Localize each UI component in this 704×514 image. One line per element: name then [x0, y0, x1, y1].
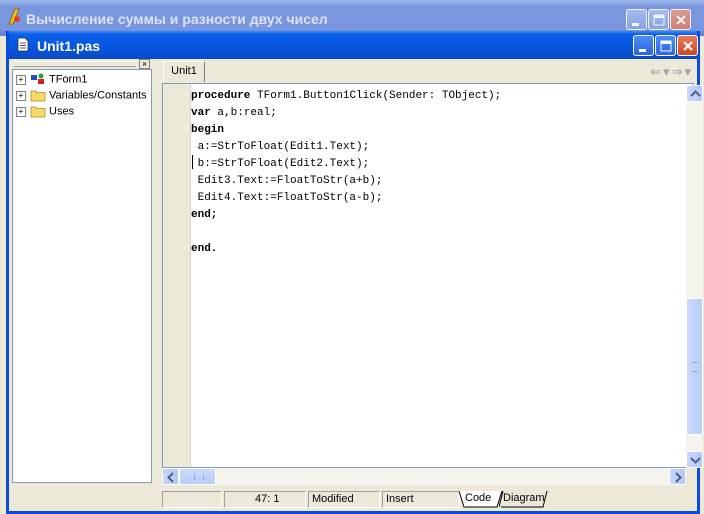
scroll-left-button[interactable] [162, 468, 179, 485]
tab-code-label: Code [465, 492, 492, 504]
code-keyword: var [191, 107, 211, 119]
code-explorer-close-button[interactable]: × [139, 59, 150, 69]
tree-item-uses[interactable]: + Uses [16, 105, 74, 121]
code-text[interactable]: procedure TForm1.Button1Click(Sender: TO… [191, 88, 671, 258]
tree-item-tform1[interactable]: + TForm1 [16, 73, 88, 89]
minimize-icon [639, 49, 646, 52]
chevron-down-icon[interactable]: ▾ [684, 64, 693, 79]
code-line[interactable]: a:=StrToFloat(Edit1.Text); [191, 139, 671, 156]
code-keyword: begin [191, 124, 225, 136]
tree-item-label: TForm1 [49, 73, 88, 86]
close-icon [676, 15, 686, 25]
editor-tab-strip: Unit1 ⇐▾⇒▾ [162, 60, 697, 82]
text-caret [192, 155, 193, 169]
code-explorer-tree[interactable]: + TForm1 + Variables/Constants + Uses [12, 69, 152, 483]
chevron-left-icon [167, 472, 174, 483]
tree-item-label: Uses [49, 105, 75, 118]
code-line[interactable]: b:=StrToFloat(Edit2.Text); [191, 156, 671, 173]
code-line[interactable]: begin [191, 122, 671, 139]
code-text-run: TForm1.Button1Click(Sender: TObject); [250, 90, 502, 102]
horizontal-scrollbar[interactable] [162, 468, 686, 485]
forward-arrow-icon[interactable]: ⇒ [672, 64, 685, 79]
vertical-scroll-thumb[interactable] [686, 298, 703, 435]
code-line[interactable] [191, 224, 671, 241]
tree-item-label: Variables/Constants [49, 89, 147, 102]
minimize-icon [632, 23, 639, 26]
code-keyword: procedure [191, 90, 251, 102]
code-text-run: a,b:real; [210, 107, 277, 119]
navigation-arrows: ⇐▾⇒▾ [650, 64, 693, 80]
folder-icon [30, 106, 46, 118]
vertical-scrollbar[interactable] [686, 85, 703, 468]
back-arrow-icon[interactable]: ⇐ [650, 64, 663, 79]
code-line[interactable]: procedure TForm1.Button1Click(Sender: TO… [191, 88, 671, 105]
document-icon [17, 37, 29, 52]
code-text-run: b:=StrToFloat(Edit2.Text); [191, 158, 370, 170]
tree-item-variables-constants[interactable]: + Variables/Constants [16, 89, 147, 105]
scroll-up-button[interactable] [686, 85, 703, 102]
thumb-grip [194, 474, 204, 480]
folder-icon [30, 90, 46, 102]
code-explorer-grip[interactable]: × [12, 59, 152, 69]
status-panel-empty [162, 491, 222, 508]
delphi-app-icon [8, 8, 20, 25]
code-line[interactable]: Edit3.Text:=FloatToStr(a+b); [191, 173, 671, 190]
editor-minimize-button[interactable] [633, 35, 654, 56]
tab-diagram-label: Diagram [503, 492, 545, 504]
editor-window-title-bar[interactable]: Unit1.pas [9, 31, 698, 59]
scroll-down-button[interactable] [686, 451, 703, 468]
code-text-run: a:=StrToFloat(Edit1.Text); [191, 141, 370, 153]
scroll-right-button[interactable] [669, 468, 686, 485]
chevron-up-icon [690, 90, 701, 97]
status-bar: 47: 1 Modified Insert Code Diagram [159, 489, 697, 511]
grip-lines [14, 61, 136, 67]
thumb-grip [692, 362, 698, 372]
expand-icon[interactable]: + [16, 106, 26, 117]
code-text-run: Edit4.Text:=FloatToStr(a-b); [191, 192, 383, 204]
tab-diagram[interactable]: Diagram [499, 491, 548, 508]
cursor-position: 47: 1 [224, 491, 306, 508]
editor-maximize-button[interactable] [655, 35, 676, 56]
code-line[interactable]: var a,b:real; [191, 105, 671, 122]
editor-window-title: Unit1.pas [37, 38, 101, 54]
editor-close-button[interactable] [677, 35, 698, 56]
chevron-right-icon [675, 472, 682, 483]
code-keyword: end. [191, 243, 218, 255]
code-line[interactable]: Edit4.Text:=FloatToStr(a-b); [191, 190, 671, 207]
expand-icon[interactable]: + [16, 90, 26, 101]
code-text-run: Edit3.Text:=FloatToStr(a+b); [191, 175, 383, 187]
close-icon [683, 41, 693, 51]
insert-mode-indicator: Insert [382, 491, 460, 508]
main-minimize-button[interactable] [626, 9, 647, 30]
chevron-down-icon [690, 457, 701, 464]
tab-unit1[interactable]: Unit1 [163, 61, 205, 82]
horizontal-scroll-thumb[interactable] [179, 468, 216, 485]
main-window-title: Вычисление суммы и разности двух чисел [26, 11, 328, 27]
expand-icon[interactable]: + [16, 74, 26, 85]
code-editor[interactable]: procedure TForm1.Button1Click(Sender: TO… [162, 83, 694, 468]
main-maximize-button[interactable] [648, 9, 669, 30]
main-close-button[interactable] [670, 9, 691, 30]
code-line[interactable]: end. [191, 241, 671, 258]
chevron-down-icon[interactable]: ▾ [663, 64, 672, 79]
code-line[interactable]: end; [191, 207, 671, 224]
modified-indicator: Modified [308, 491, 380, 508]
unit-editor-window: Unit1.pas × + TForm1 + Variables/Constants… [6, 31, 703, 514]
code-keyword: end; [191, 209, 218, 221]
maximize-icon [653, 14, 665, 26]
tab-code[interactable]: Code [459, 491, 503, 508]
class-icon [31, 73, 44, 84]
editor-gutter[interactable] [163, 84, 191, 467]
maximize-icon [660, 40, 672, 52]
